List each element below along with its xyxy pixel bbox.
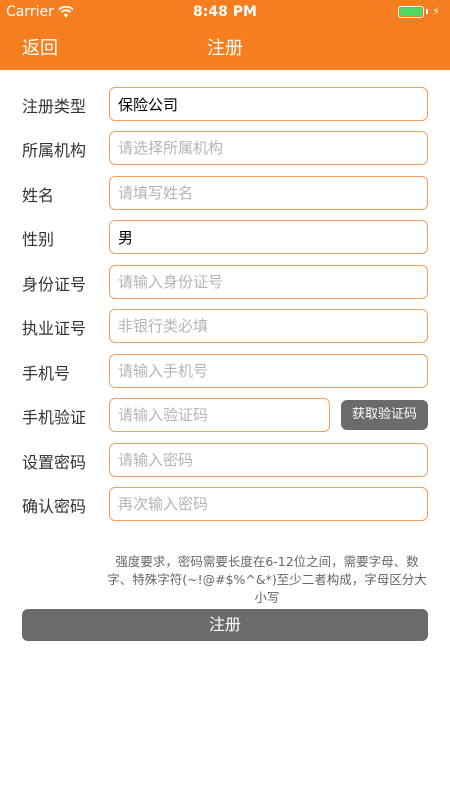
license-number-input[interactable] — [109, 309, 428, 343]
battery-icon: ⚡ — [398, 5, 440, 18]
institution-label: 所属机构 — [22, 141, 87, 160]
field-row-verification: 手机验证 获取验证码 — [0, 398, 450, 432]
field-row-password: 设置密码 — [0, 443, 450, 477]
gender-select[interactable] — [109, 220, 428, 254]
field-row-license-number: 执业证号 — [0, 309, 450, 343]
top-bar: Carrier 8:48 PM ⚡ 返回 注册 — [0, 0, 450, 70]
navigation-bar: 返回 注册 — [0, 26, 450, 70]
status-bar: Carrier 8:48 PM ⚡ — [0, 0, 450, 24]
password-hint: 强度要求，密码需要长度在6-12位之间，需要字母、数字、特殊字符(~!@#$%^… — [107, 554, 427, 605]
field-row-register-type: 注册类型 — [0, 87, 450, 121]
page-title: 注册 — [207, 38, 243, 59]
gender-label: 性别 — [22, 230, 55, 249]
license-number-label: 执业证号 — [22, 319, 87, 338]
confirm-password-label: 确认密码 — [22, 497, 87, 516]
field-row-institution: 所属机构 — [0, 131, 450, 165]
field-row-gender: 性别 — [0, 220, 450, 254]
register-type-label: 注册类型 — [22, 97, 87, 116]
institution-select[interactable] — [109, 131, 428, 165]
get-code-button[interactable]: 获取验证码 — [341, 400, 428, 430]
phone-label: 手机号 — [22, 364, 71, 383]
phone-input[interactable] — [109, 354, 428, 388]
charging-bolt-icon: ⚡ — [432, 5, 440, 18]
name-label: 姓名 — [22, 186, 55, 205]
id-number-label: 身份证号 — [22, 275, 87, 294]
verification-label: 手机验证 — [22, 408, 87, 427]
field-row-phone: 手机号 — [0, 354, 450, 388]
name-input[interactable] — [109, 176, 428, 210]
field-row-confirm-password: 确认密码 — [0, 487, 450, 521]
confirm-password-input[interactable] — [109, 487, 428, 521]
register-button[interactable]: 注册 — [22, 609, 428, 641]
register-type-select[interactable] — [109, 87, 428, 121]
password-input[interactable] — [109, 443, 428, 477]
field-row-name: 姓名 — [0, 176, 450, 210]
status-time: 8:48 PM — [193, 4, 257, 20]
verification-code-input[interactable] — [109, 398, 330, 432]
id-number-input[interactable] — [109, 265, 428, 299]
field-row-id-number: 身份证号 — [0, 265, 450, 299]
password-label: 设置密码 — [22, 453, 87, 472]
